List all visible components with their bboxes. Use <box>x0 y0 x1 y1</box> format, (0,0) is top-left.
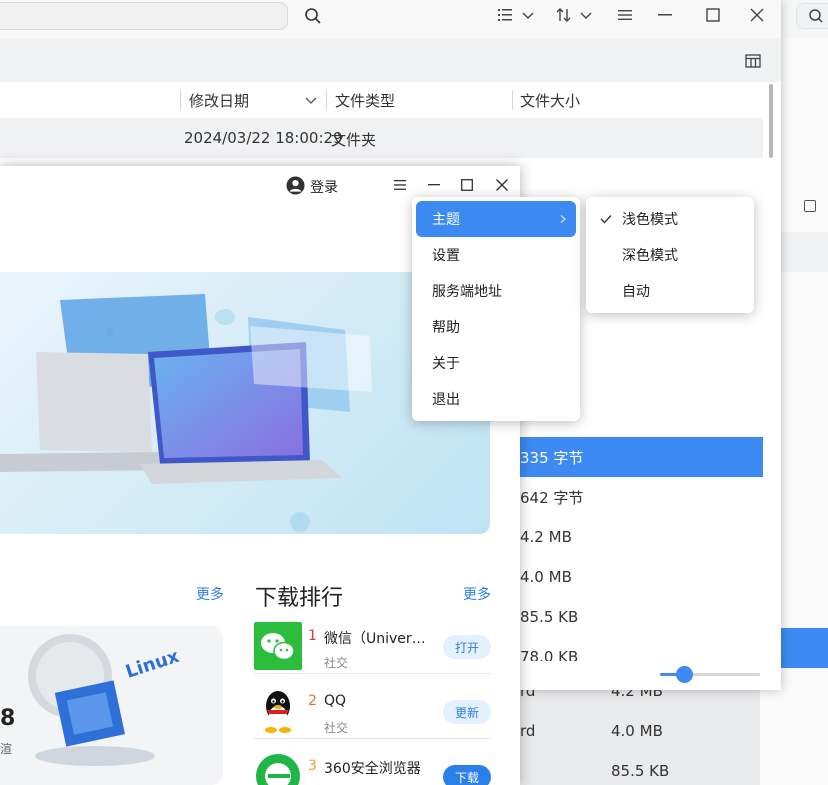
row-file-size: 85.5 KB <box>520 608 579 626</box>
zoom-slider-handle[interactable] <box>676 666 693 683</box>
menu-item-server-address[interactable]: 服务端地址 <box>416 273 576 309</box>
maximize-icon[interactable] <box>706 8 720 22</box>
app-rank: 1 <box>308 628 317 644</box>
download-ranking-title: 下载排行 <box>255 586 344 611</box>
qq-app-icon <box>254 686 302 734</box>
menu-icon[interactable] <box>394 179 406 191</box>
login-link[interactable]: 登录 <box>310 177 338 197</box>
row-file-size: 78.0 KB <box>520 648 579 661</box>
minimize-icon[interactable] <box>658 14 672 16</box>
sort-icon[interactable] <box>556 7 572 23</box>
list-size-cell: 4.0 MB <box>611 722 663 740</box>
column-header-modified[interactable]: 修改日期 <box>189 88 249 112</box>
360-browser-app-icon <box>254 752 302 785</box>
app-name[interactable]: 360安全浏览器 <box>324 758 421 778</box>
theme-item-dark[interactable]: 深色模式 <box>590 237 750 273</box>
scrollbar[interactable] <box>769 84 773 158</box>
list-view-icon[interactable] <box>498 8 514 22</box>
column-separator <box>180 90 181 110</box>
maximize-icon[interactable] <box>461 179 473 191</box>
theme-item-auto[interactable]: 自动 <box>590 273 750 309</box>
address-search-box[interactable] <box>0 2 288 30</box>
left-section-more-link[interactable]: 更多 <box>196 584 224 604</box>
detail-panel-icon[interactable] <box>745 54 761 68</box>
minimize-icon[interactable] <box>428 184 440 186</box>
menu-item-help[interactable]: 帮助 <box>416 309 576 345</box>
column-header-size[interactable]: 文件大小 <box>520 88 580 112</box>
menu-item-settings[interactable]: 设置 <box>416 237 576 273</box>
app-category: 社交 <box>324 721 349 735</box>
close-icon[interactable] <box>496 179 508 191</box>
theme-submenu: 浅色模式 深色模式 自动 <box>586 197 754 313</box>
app-name[interactable]: QQ <box>324 693 346 709</box>
menu-icon[interactable] <box>618 9 632 21</box>
list-type-cell: rd <box>520 722 536 740</box>
download-ranking-more-link[interactable]: 更多 <box>463 584 491 604</box>
column-header-type[interactable]: 文件类型 <box>335 88 395 112</box>
main-menu: 主题 设置 服务端地址 帮助 关于 退出 <box>412 197 580 421</box>
menu-item-about[interactable]: 关于 <box>416 345 576 381</box>
wechat-app-icon <box>254 622 302 670</box>
checkbox[interactable] <box>804 200 816 212</box>
chevron-down-icon[interactable] <box>305 95 317 105</box>
open-button[interactable]: 打开 <box>443 635 491 659</box>
search-icon[interactable] <box>808 8 824 24</box>
app-rank: 2 <box>308 693 317 709</box>
row-file-type: 文件夹 <box>331 131 377 149</box>
list-size-cell: 85.5 KB <box>611 762 670 780</box>
linux-logo-icon: Linux <box>28 634 182 766</box>
row-file-size: 4.2 MB <box>520 528 572 546</box>
update-button[interactable]: 更新 <box>443 700 491 724</box>
theme-item-light[interactable]: 浅色模式 <box>590 201 750 237</box>
menu-item-label: 主题 <box>432 212 460 228</box>
checkmark-icon <box>600 215 612 224</box>
divider <box>254 738 491 739</box>
user-avatar-icon[interactable] <box>286 176 305 195</box>
card-title-fragment: 8 <box>0 706 16 731</box>
row-file-size: 4.0 MB <box>520 568 572 586</box>
column-separator <box>512 90 513 110</box>
row-clip: 78.0 KB <box>513 637 763 661</box>
app-rank: 3 <box>308 758 317 774</box>
close-icon[interactable] <box>750 8 764 22</box>
card-subtitle-fragment: 渲 <box>0 742 13 756</box>
download-button[interactable]: 下载 <box>443 765 491 785</box>
row-file-size: 335 字节 <box>520 448 584 467</box>
chevron-down-icon[interactable] <box>522 10 534 20</box>
column-separator <box>326 90 327 110</box>
row-modified-date: 2024/03/22 18:00:29 <box>184 129 343 147</box>
featured-card[interactable]: Linux 8 渲 <box>0 626 223 785</box>
chevron-down-icon[interactable] <box>580 10 592 20</box>
search-icon[interactable] <box>304 7 322 25</box>
app-name[interactable]: 微信（Univer… <box>324 628 426 648</box>
linux-logo-text: Linux <box>123 646 182 683</box>
table-row[interactable] <box>0 118 763 158</box>
menu-item-theme[interactable]: 主题 <box>416 201 576 237</box>
row-file-size: 642 字节 <box>520 488 584 507</box>
menu-item-quit[interactable]: 退出 <box>416 381 576 417</box>
theme-item-label: 浅色模式 <box>622 212 678 228</box>
file-manager-toolbar <box>0 38 781 82</box>
divider <box>254 673 491 674</box>
app-category: 社交 <box>324 656 349 670</box>
chevron-right-icon <box>560 215 566 223</box>
